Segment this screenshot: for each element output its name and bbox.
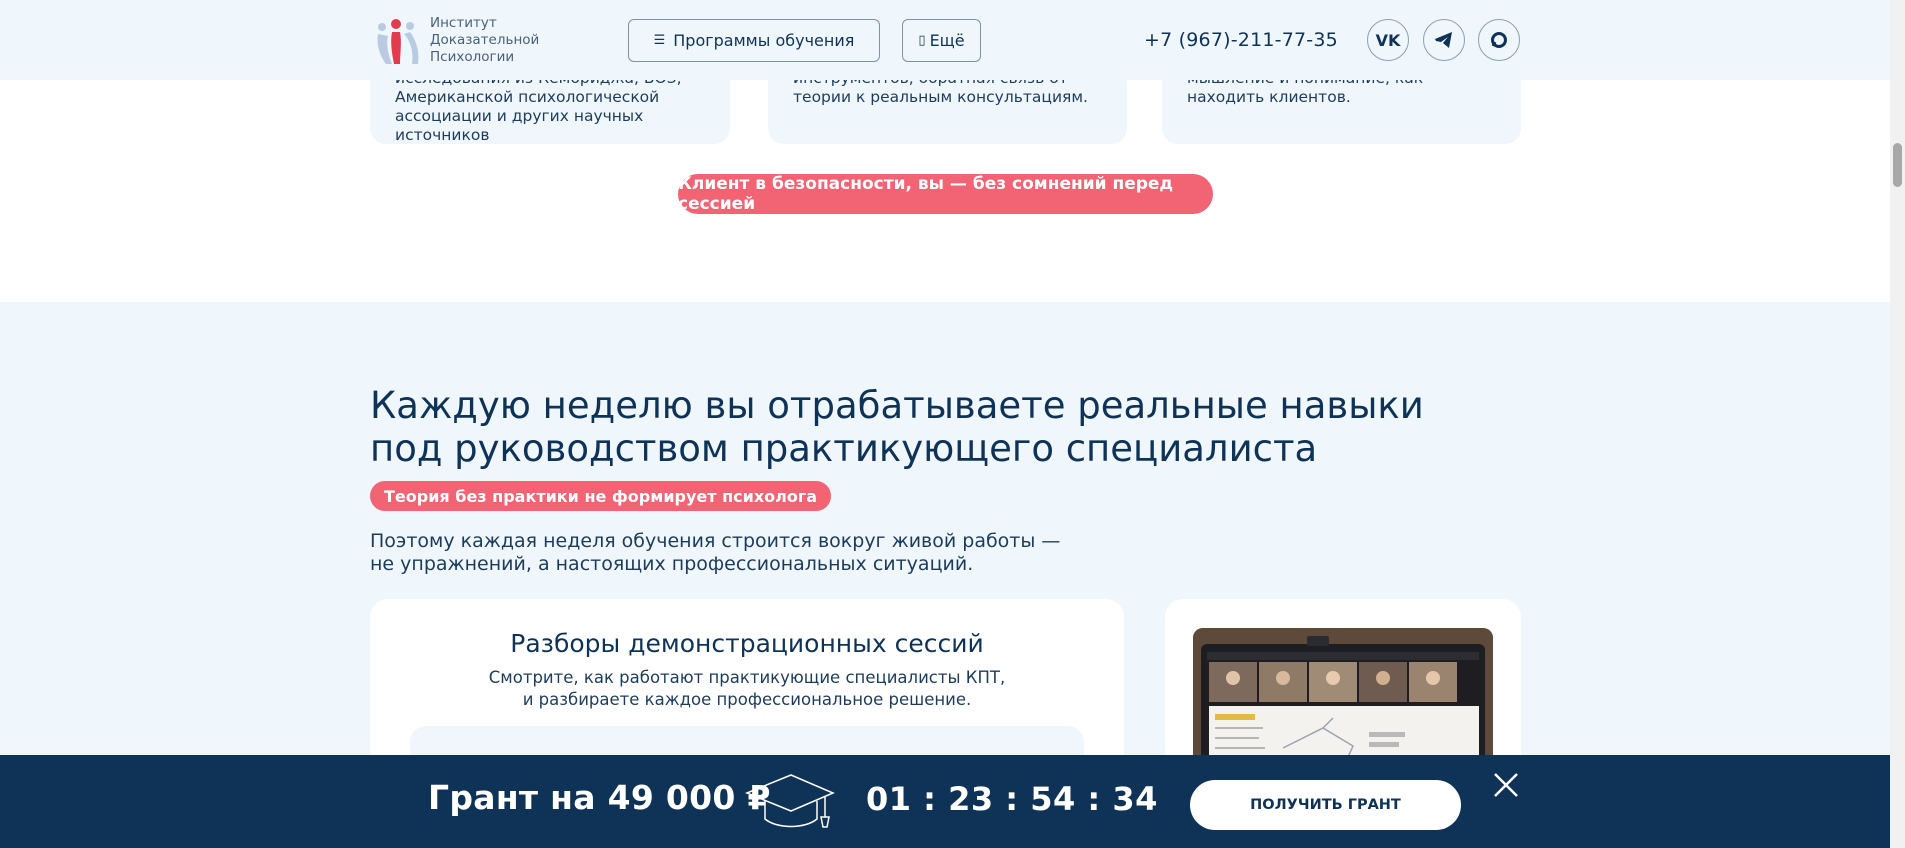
feature-card-text: исследования из Кембриджа, ВОЗ, Американ… <box>395 69 682 144</box>
card-title: Разборы демонстрационных сессий <box>510 629 984 658</box>
countdown-timer: 01 : 23 : 54 : 34 <box>866 780 1158 818</box>
card-description: Смотрите, как работают практикующие спец… <box>370 667 1124 711</box>
logo-icon <box>377 19 419 64</box>
close-icon[interactable] <box>1492 771 1520 799</box>
section-title: Каждую неделю вы отрабатываете реальные … <box>370 384 1424 470</box>
programs-button[interactable]: ☰ Программы обучения <box>628 19 880 62</box>
site-header: Институт Доказательной Психологии ☰ Прог… <box>0 0 1890 80</box>
more-label: Ещё <box>929 31 965 50</box>
lead-line: не упражнений, а настоящих профессиональ… <box>370 553 974 575</box>
vk-icon: VK <box>1375 30 1401 50</box>
logo[interactable]: Институт Доказательной Психологии <box>370 14 539 66</box>
graduation-cap-icon <box>745 774 835 828</box>
logo-text: Институт Доказательной Психологии <box>430 15 539 66</box>
max-button[interactable] <box>1478 19 1520 61</box>
safety-pill: Клиент в безопасности, вы — без сомнений… <box>678 174 1213 214</box>
get-grant-button[interactable]: ПОЛУЧИТЬ ГРАНТ <box>1190 780 1461 830</box>
card-desc-line: Смотрите, как работают практикующие спец… <box>488 668 1006 687</box>
lead-line: Поэтому каждая неделя обучения строится … <box>370 530 1061 552</box>
page-scrollbar[interactable] <box>1890 0 1905 848</box>
section-lead: Поэтому каждая неделя обучения строится … <box>370 530 1070 576</box>
section-badge: Теория без практики не формирует психоло… <box>370 481 832 511</box>
programs-label: Программы обучения <box>673 31 855 50</box>
max-icon <box>1491 32 1507 48</box>
scrollbar-thumb[interactable] <box>1893 143 1902 187</box>
logo-line: Доказательной <box>430 31 540 48</box>
vk-button[interactable]: VK <box>1367 19 1409 61</box>
more-button[interactable]: ▯ Ещё <box>902 19 981 62</box>
telegram-button[interactable] <box>1423 19 1465 61</box>
logo-line: Институт <box>430 14 497 31</box>
list-icon: ☰ <box>653 33 666 48</box>
grant-title: Грант на 49 000 ₽ <box>428 778 771 817</box>
section-title-line: Каждую неделю вы отрабатываете реальные … <box>370 384 1424 427</box>
logo-line: Психологии <box>430 48 515 65</box>
grant-bar: Грант на 49 000 ₽ 01 : 23 : 54 : 34 ПОЛУ… <box>0 755 1890 848</box>
section-title-line: под руководством практикующего специалис… <box>370 427 1318 470</box>
telegram-icon <box>1435 32 1452 48</box>
bookmark-icon: ▯ <box>918 33 926 48</box>
card-desc-line: и разбираете каждое профессиональное реш… <box>522 690 972 709</box>
phone-link[interactable]: +7 (967)-211-77-35 <box>1144 29 1338 51</box>
